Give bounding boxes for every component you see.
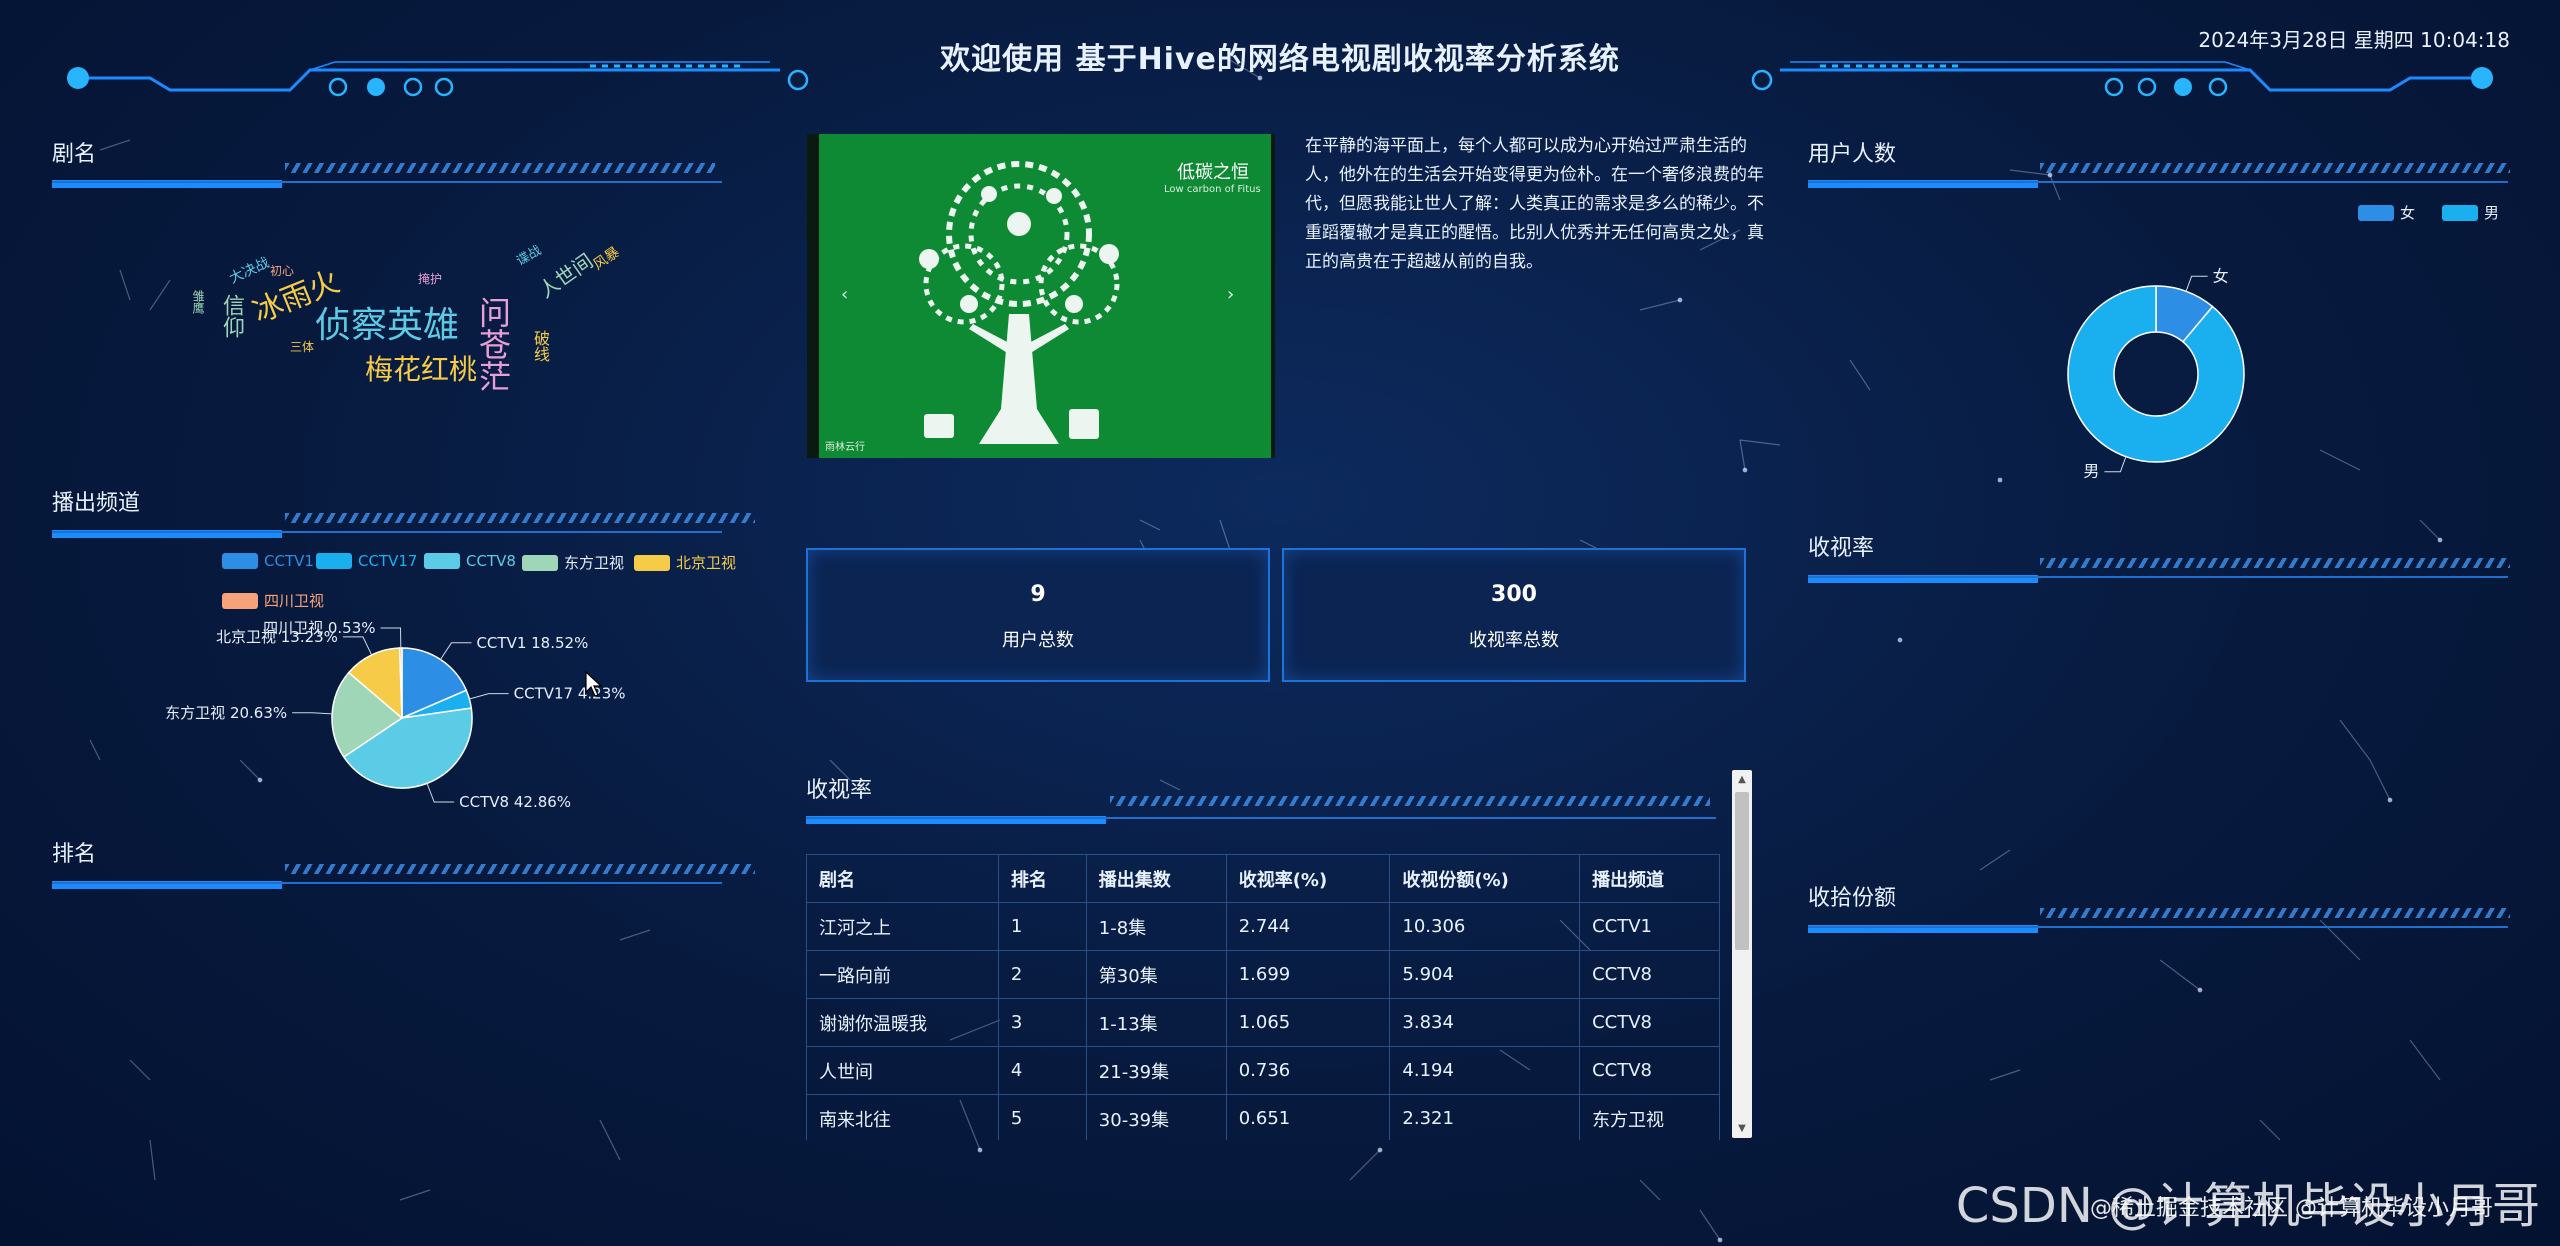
pie-label: 东方卫视 20.63%	[165, 704, 287, 722]
stat-label: 用户总数	[1002, 630, 1074, 651]
table-header: 剧名	[806, 854, 999, 903]
mouse-cursor-icon	[585, 670, 603, 697]
table-row[interactable]: 谢谢你温暖我 3 1-13集 1.065 3.834 CCTV8	[806, 998, 1720, 1047]
table-cell: CCTV1	[1579, 902, 1720, 951]
pie-label: CCTV17 4.23%	[514, 685, 626, 703]
ratings-table: 剧名 排名 播出集数 收视率(%) 收视份额(%) 播出频道 江河之上 1 1-8集…	[806, 854, 1720, 1140]
pie-label-line	[2185, 275, 2208, 292]
table-row[interactable]: 江河之上 1 1-8集 2.744 10.306 CCTV1	[806, 902, 1720, 951]
table-cell: 1	[997, 902, 1087, 951]
panel-hatch	[2040, 558, 2510, 568]
table-scrollbar[interactable]: ▲ ▼	[1732, 770, 1752, 1138]
panel-thin-line	[806, 817, 1716, 819]
table-header: 收视率(%)	[1225, 854, 1391, 903]
table-row[interactable]: 南来北往 5 30-39集 0.651 2.321 东方卫视	[806, 1094, 1720, 1140]
pie-label: 女	[2213, 266, 2229, 285]
stat-label: 收视率总数	[1469, 630, 1559, 651]
table-cell: 谢谢你温暖我	[806, 998, 999, 1047]
pie-label-line	[380, 627, 402, 649]
pie-label-line	[292, 712, 333, 715]
table-cell: 4	[997, 1046, 1087, 1095]
table-cell: 一路向前	[806, 950, 999, 999]
pie-slice[interactable]	[2067, 285, 2245, 463]
table-cell: 南来北往	[806, 1094, 999, 1140]
table-row[interactable]: 一路向前 2 第30集 1.699 5.904 CCTV8	[806, 950, 1720, 999]
table-cell: 人世间	[806, 1046, 999, 1095]
table-cell: 1-8集	[1085, 902, 1227, 951]
table-cell: 第30集	[1085, 950, 1227, 999]
pie-label: 男	[2083, 462, 2099, 481]
panel-title-ranking: 排名	[52, 842, 97, 867]
panel-title-ratings-table: 收视率	[806, 778, 873, 803]
table-cell: 21-39集	[1085, 1046, 1227, 1095]
table-cell: 江河之上	[806, 902, 999, 951]
table-cell: 5	[997, 1094, 1087, 1140]
pie-label-line	[426, 783, 455, 803]
pie-label-line	[469, 693, 509, 700]
pie-label-line	[440, 642, 472, 660]
panel-hatch	[2040, 908, 2510, 918]
table-row[interactable]: 人世间 4 21-39集 0.736 4.194 CCTV8	[806, 1046, 1720, 1095]
ratings-table-container[interactable]: 剧名 排名 播出集数 收视率(%) 收视份额(%) 播出频道 江河之上 1 1-8集…	[806, 854, 1726, 1140]
panel-title-share: 收拾份额	[1808, 886, 1897, 911]
stat-card-users: 9 用户总数	[806, 548, 1270, 682]
panel-thin-line	[1808, 576, 2508, 578]
stat-value: 9	[1030, 582, 1046, 607]
watermark: CSDN @计算机毕设小月哥	[1955, 1178, 2540, 1234]
pie-label: CCTV1 18.52%	[476, 634, 588, 652]
panel-thin-line	[1808, 926, 2508, 928]
table-cell: 3.834	[1389, 998, 1581, 1047]
scroll-up-icon[interactable]: ▲	[1732, 774, 1752, 785]
table-cell: 10.306	[1389, 902, 1581, 951]
pie-label-line	[342, 636, 373, 656]
table-cell: 0.736	[1225, 1046, 1391, 1095]
stat-card-ratings: 300 收视率总数	[1282, 548, 1746, 682]
scrollbar-thumb[interactable]	[1735, 792, 1749, 950]
table-cell: 30-39集	[1085, 1094, 1227, 1140]
table-header: 排名	[997, 854, 1087, 903]
table-cell: 1-13集	[1085, 998, 1227, 1047]
table-cell: 1.065	[1225, 998, 1391, 1047]
table-cell: 2	[997, 950, 1087, 999]
table-cell: CCTV8	[1579, 950, 1720, 999]
table-cell: CCTV8	[1579, 1046, 1720, 1095]
scroll-down-icon[interactable]: ▼	[1732, 1123, 1752, 1134]
table-cell: 5.904	[1389, 950, 1581, 999]
table-header: 播出集数	[1085, 854, 1227, 903]
panel-hatch	[1110, 796, 1710, 806]
table-cell: 东方卫视	[1579, 1094, 1720, 1140]
gender-donut-chart: 女男	[2067, 266, 2245, 481]
table-cell: 3	[997, 998, 1087, 1047]
panel-title-ratings: 收视率	[1808, 536, 1875, 561]
table-cell: 2.321	[1389, 1094, 1581, 1140]
table-header: 播出频道	[1579, 854, 1720, 903]
stat-value: 300	[1491, 582, 1537, 607]
table-cell: 2.744	[1225, 902, 1391, 951]
pie-label: 四川卫视 0.53%	[263, 619, 375, 637]
table-header: 收视份额(%)	[1389, 854, 1581, 903]
table-cell: CCTV8	[1579, 998, 1720, 1047]
table-cell: 0.651	[1225, 1094, 1391, 1140]
table-cell: 1.699	[1225, 950, 1391, 999]
pie-label: CCTV8 42.86%	[459, 793, 571, 811]
panel-thin-line	[52, 882, 722, 884]
table-header-row: 剧名 排名 播出集数 收视率(%) 收视份额(%) 播出频道	[806, 854, 1720, 903]
table-cell: 4.194	[1389, 1046, 1581, 1095]
pie-label-line	[2104, 456, 2127, 473]
panel-hatch	[285, 864, 755, 874]
